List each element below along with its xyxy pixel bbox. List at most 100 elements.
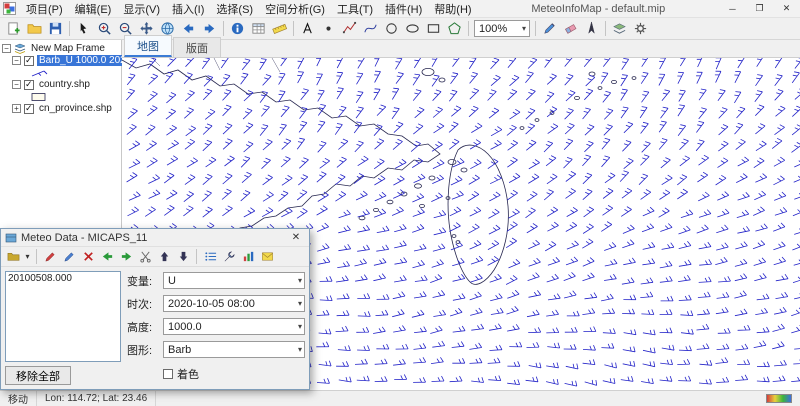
graphic-select[interactable]: Barb ▾ [163,341,305,358]
move-up-button[interactable] [155,248,173,265]
level-value: 1000.0 [168,321,202,333]
tree-layer-province[interactable]: + cn_province.shp [12,103,121,114]
layer-visibility-checkbox[interactable] [24,56,34,66]
close-button[interactable]: ✕ [773,0,800,18]
insert-text-button[interactable] [297,19,318,38]
scissors-icon [139,250,152,263]
data-list-button[interactable] [201,248,219,265]
list-icon [204,250,217,263]
draw-polygon-button[interactable] [444,19,465,38]
new-project-icon [6,21,21,36]
layer-label: country.shp [37,79,92,90]
data-settings-button[interactable] [220,248,238,265]
point-icon [321,21,336,36]
table-icon [251,21,266,36]
variable-select[interactable]: U ▾ [163,272,305,289]
layers-button[interactable] [609,19,630,38]
data-file-list[interactable]: 20100508.000 [5,271,121,362]
menu-project[interactable]: 项目(P) [20,0,69,18]
north-arrow-button[interactable] [581,19,602,38]
draw-point-button[interactable] [318,19,339,38]
draw-graphic-button[interactable] [41,248,59,265]
curve-icon [363,21,378,36]
variable-field-row: 变量: U ▾ [127,272,305,289]
tree-layer-barb[interactable]: − Barb_U 1000.0 2020-1 [12,55,121,66]
map-frame-icon [14,43,26,54]
settings-button[interactable] [630,19,651,38]
shading-checkbox[interactable] [163,369,173,379]
tree-layer-country[interactable]: − country.shp [12,79,121,90]
chevron-down-icon: ▾ [296,299,304,308]
menu-help[interactable]: 帮助(H) [428,0,477,18]
draw-ellipse-button[interactable] [402,19,423,38]
gear-icon [633,21,648,36]
toolbar-separator [69,21,70,36]
remove-all-button[interactable]: 移除全部 [5,366,71,385]
expander-icon[interactable]: − [12,56,21,65]
layer-visibility-checkbox[interactable] [24,104,34,114]
zoom-level-combo[interactable]: 100% ▾ [474,20,530,37]
menu-selection[interactable]: 选择(S) [210,0,259,18]
new-project-button[interactable] [3,19,24,38]
zoom-in-button[interactable] [94,19,115,38]
zoom-previous-button[interactable] [178,19,199,38]
eraser-button[interactable] [560,19,581,38]
measure-button[interactable] [269,19,290,38]
dialog-icon [5,232,17,244]
move-down-button[interactable] [174,248,192,265]
menu-edit[interactable]: 编辑(E) [69,0,118,18]
dialog-body: 20100508.000 移除全部 变量: U ▾ 时次: 2020-10-05… [1,267,309,389]
tab-map[interactable]: 地图 [124,35,172,57]
time-select[interactable]: 2020-10-05 08:00 ▾ [163,295,305,312]
draw-circle-button[interactable] [381,19,402,38]
close-icon: ✕ [292,232,300,243]
expander-icon[interactable]: + [12,104,21,113]
tab-layout[interactable]: 版面 [173,37,221,57]
expander-icon[interactable]: − [2,44,11,53]
menu-tools[interactable]: 工具(T) [331,0,379,18]
wrench-icon [223,250,236,263]
cut-button[interactable] [136,248,154,265]
toolbar-separator [605,21,606,36]
maximize-button[interactable]: ❐ [746,0,773,18]
zoom-next-button[interactable] [199,19,220,38]
attribute-table-button[interactable] [248,19,269,38]
view-tab-bar: 地图 版面 [122,40,800,58]
next-time-button[interactable] [117,248,135,265]
dialog-right-column: 变量: U ▾ 时次: 2020-10-05 08:00 ▾ 高度: 1000.… [127,271,305,385]
identify-button[interactable] [227,19,248,38]
menu-view[interactable]: 显示(V) [117,0,166,18]
toolbar-separator [293,21,294,36]
expander-icon[interactable]: − [12,80,21,89]
level-select[interactable]: 1000.0 ▾ [163,318,305,335]
layer-visibility-checkbox[interactable] [24,80,34,90]
shading-check-row: 着色 [163,366,305,382]
edit-pencil-button[interactable] [539,19,560,38]
save-project-button[interactable] [45,19,66,38]
select-button[interactable] [73,19,94,38]
mail-button[interactable] [258,248,276,265]
previous-time-button[interactable] [98,248,116,265]
layers-icon [612,21,627,36]
remove-graphic-button[interactable] [79,248,97,265]
open-data-file-button[interactable] [4,248,22,265]
minimize-button[interactable]: ─ [719,0,746,18]
dialog-title-bar[interactable]: Meteo Data - MICAPS_11 ✕ [1,229,309,247]
dialog-left-column: 20100508.000 移除全部 [5,271,121,385]
chevron-down-icon: ▾ [296,345,304,354]
tree-root-map-frame[interactable]: − New Map Frame [2,43,121,54]
draw-polyline-button[interactable] [339,19,360,38]
open-project-button[interactable] [24,19,45,38]
dialog-close-button[interactable]: ✕ [287,232,305,243]
menu-geoprocessing[interactable]: 空间分析(G) [259,0,331,18]
draw-rectangle-button[interactable] [423,19,444,38]
arrow-right-icon [202,21,217,36]
chevron-down-icon[interactable]: ▾ [23,252,32,261]
data-chart-button[interactable] [239,248,257,265]
menu-plugins[interactable]: 插件(H) [379,0,428,18]
draw-curve-button[interactable] [360,19,381,38]
edit-graphic-button[interactable] [60,248,78,265]
identify-icon [230,21,245,36]
menu-insert[interactable]: 插入(I) [166,0,210,18]
data-file-item[interactable]: 20100508.000 [8,273,118,285]
